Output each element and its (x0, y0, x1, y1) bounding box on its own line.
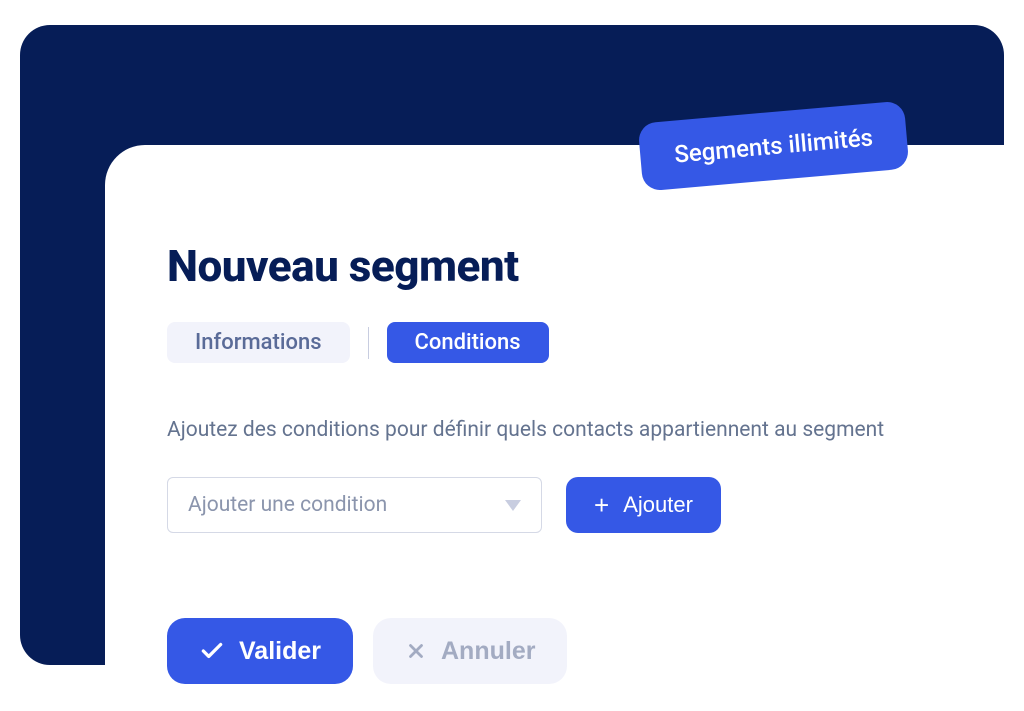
add-button[interactable]: + Ajouter (566, 477, 721, 533)
add-button-label: Ajouter (623, 492, 693, 518)
form-actions: Valider Annuler (167, 618, 1024, 684)
tab-conditions[interactable]: Conditions (387, 322, 549, 363)
check-icon (199, 638, 225, 664)
tab-label: Conditions (415, 330, 521, 355)
tab-informations[interactable]: Informations (167, 322, 350, 363)
tabs-container: Informations Conditions (167, 322, 1024, 363)
select-placeholder: Ajouter une condition (188, 493, 387, 517)
chevron-down-icon (505, 500, 521, 511)
cancel-button-label: Annuler (441, 637, 535, 666)
segment-form-card: Nouveau segment Informations Conditions … (105, 145, 1024, 711)
add-condition-select[interactable]: Ajouter une condition (167, 477, 542, 533)
cancel-button[interactable]: Annuler (373, 618, 567, 684)
page-title: Nouveau segment (167, 240, 1024, 292)
tab-label: Informations (195, 330, 322, 355)
tab-divider (368, 327, 369, 359)
helper-text: Ajoutez des conditions pour définir quel… (167, 418, 1024, 442)
condition-form-row: Ajouter une condition + Ajouter (167, 477, 1024, 533)
badge-label: Segments illimités (673, 123, 874, 168)
close-icon (405, 640, 427, 662)
plus-icon: + (594, 492, 609, 518)
validate-button-label: Valider (239, 637, 321, 666)
validate-button[interactable]: Valider (167, 618, 353, 684)
